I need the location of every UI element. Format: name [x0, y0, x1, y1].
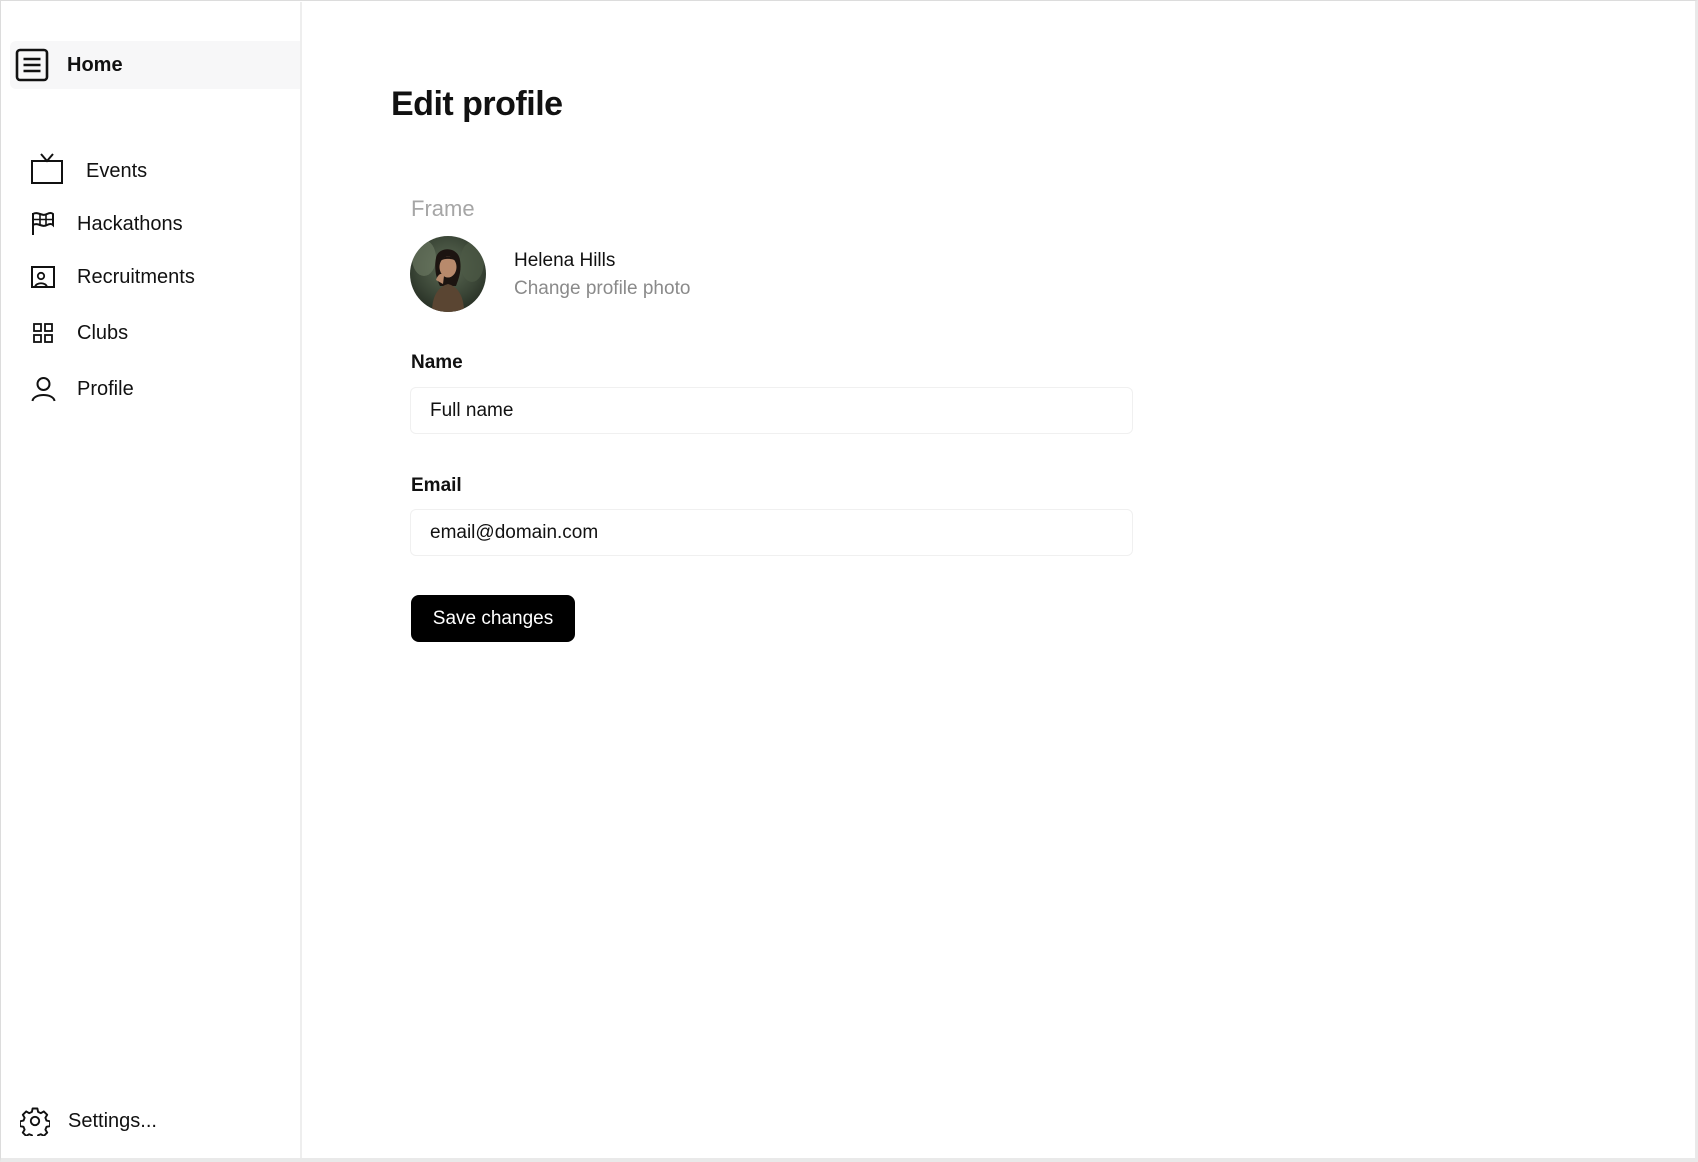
- email-field[interactable]: [410, 509, 1133, 556]
- sidebar-item-hackathons[interactable]: Hackathons: [30, 207, 290, 241]
- user-icon: [31, 377, 56, 402]
- sidebar-item-events[interactable]: Events: [30, 152, 290, 186]
- sidebar-item-label: Recruitments: [77, 266, 195, 288]
- sidebar-item-label: Hackathons: [77, 213, 183, 235]
- sidebar-item-label: Clubs: [77, 322, 129, 344]
- sidebar: Home Events Hackathons Recruitments Club…: [2, 2, 302, 1158]
- gear-icon: [20, 1107, 50, 1136]
- change-profile-photo-link[interactable]: Change profile photo: [514, 278, 690, 300]
- menu-icon: [15, 48, 49, 82]
- profile-name: Helena Hills: [514, 250, 616, 271]
- sidebar-item-settings[interactable]: Settings...: [20, 1104, 280, 1138]
- app-window: Home Events Hackathons Recruitments Club…: [0, 0, 1698, 1162]
- sidebar-item-recruitments[interactable]: Recruitments: [30, 260, 290, 294]
- name-field[interactable]: [410, 387, 1133, 434]
- sidebar-item-home[interactable]: Home: [10, 41, 300, 89]
- flag-icon: [32, 212, 54, 235]
- name-label: Name: [411, 352, 463, 373]
- avatar[interactable]: [410, 236, 486, 312]
- sidebar-item-label: Home: [67, 54, 123, 76]
- sidebar-item-label: Events: [86, 160, 148, 182]
- section-label: Frame: [411, 196, 475, 221]
- sidebar-item-label: Profile: [77, 378, 134, 400]
- sidebar-item-label: Settings...: [68, 1110, 157, 1132]
- save-changes-button[interactable]: Save changes: [411, 595, 575, 642]
- grid-icon: [33, 323, 53, 343]
- page-title: Edit profile: [391, 85, 563, 123]
- id-card-icon: [31, 266, 55, 288]
- sidebar-item-clubs[interactable]: Clubs: [30, 316, 290, 350]
- avatar-photo: [410, 236, 486, 312]
- sidebar-item-profile[interactable]: Profile: [30, 372, 290, 406]
- email-label: Email: [411, 475, 462, 496]
- tv-icon: [31, 153, 63, 184]
